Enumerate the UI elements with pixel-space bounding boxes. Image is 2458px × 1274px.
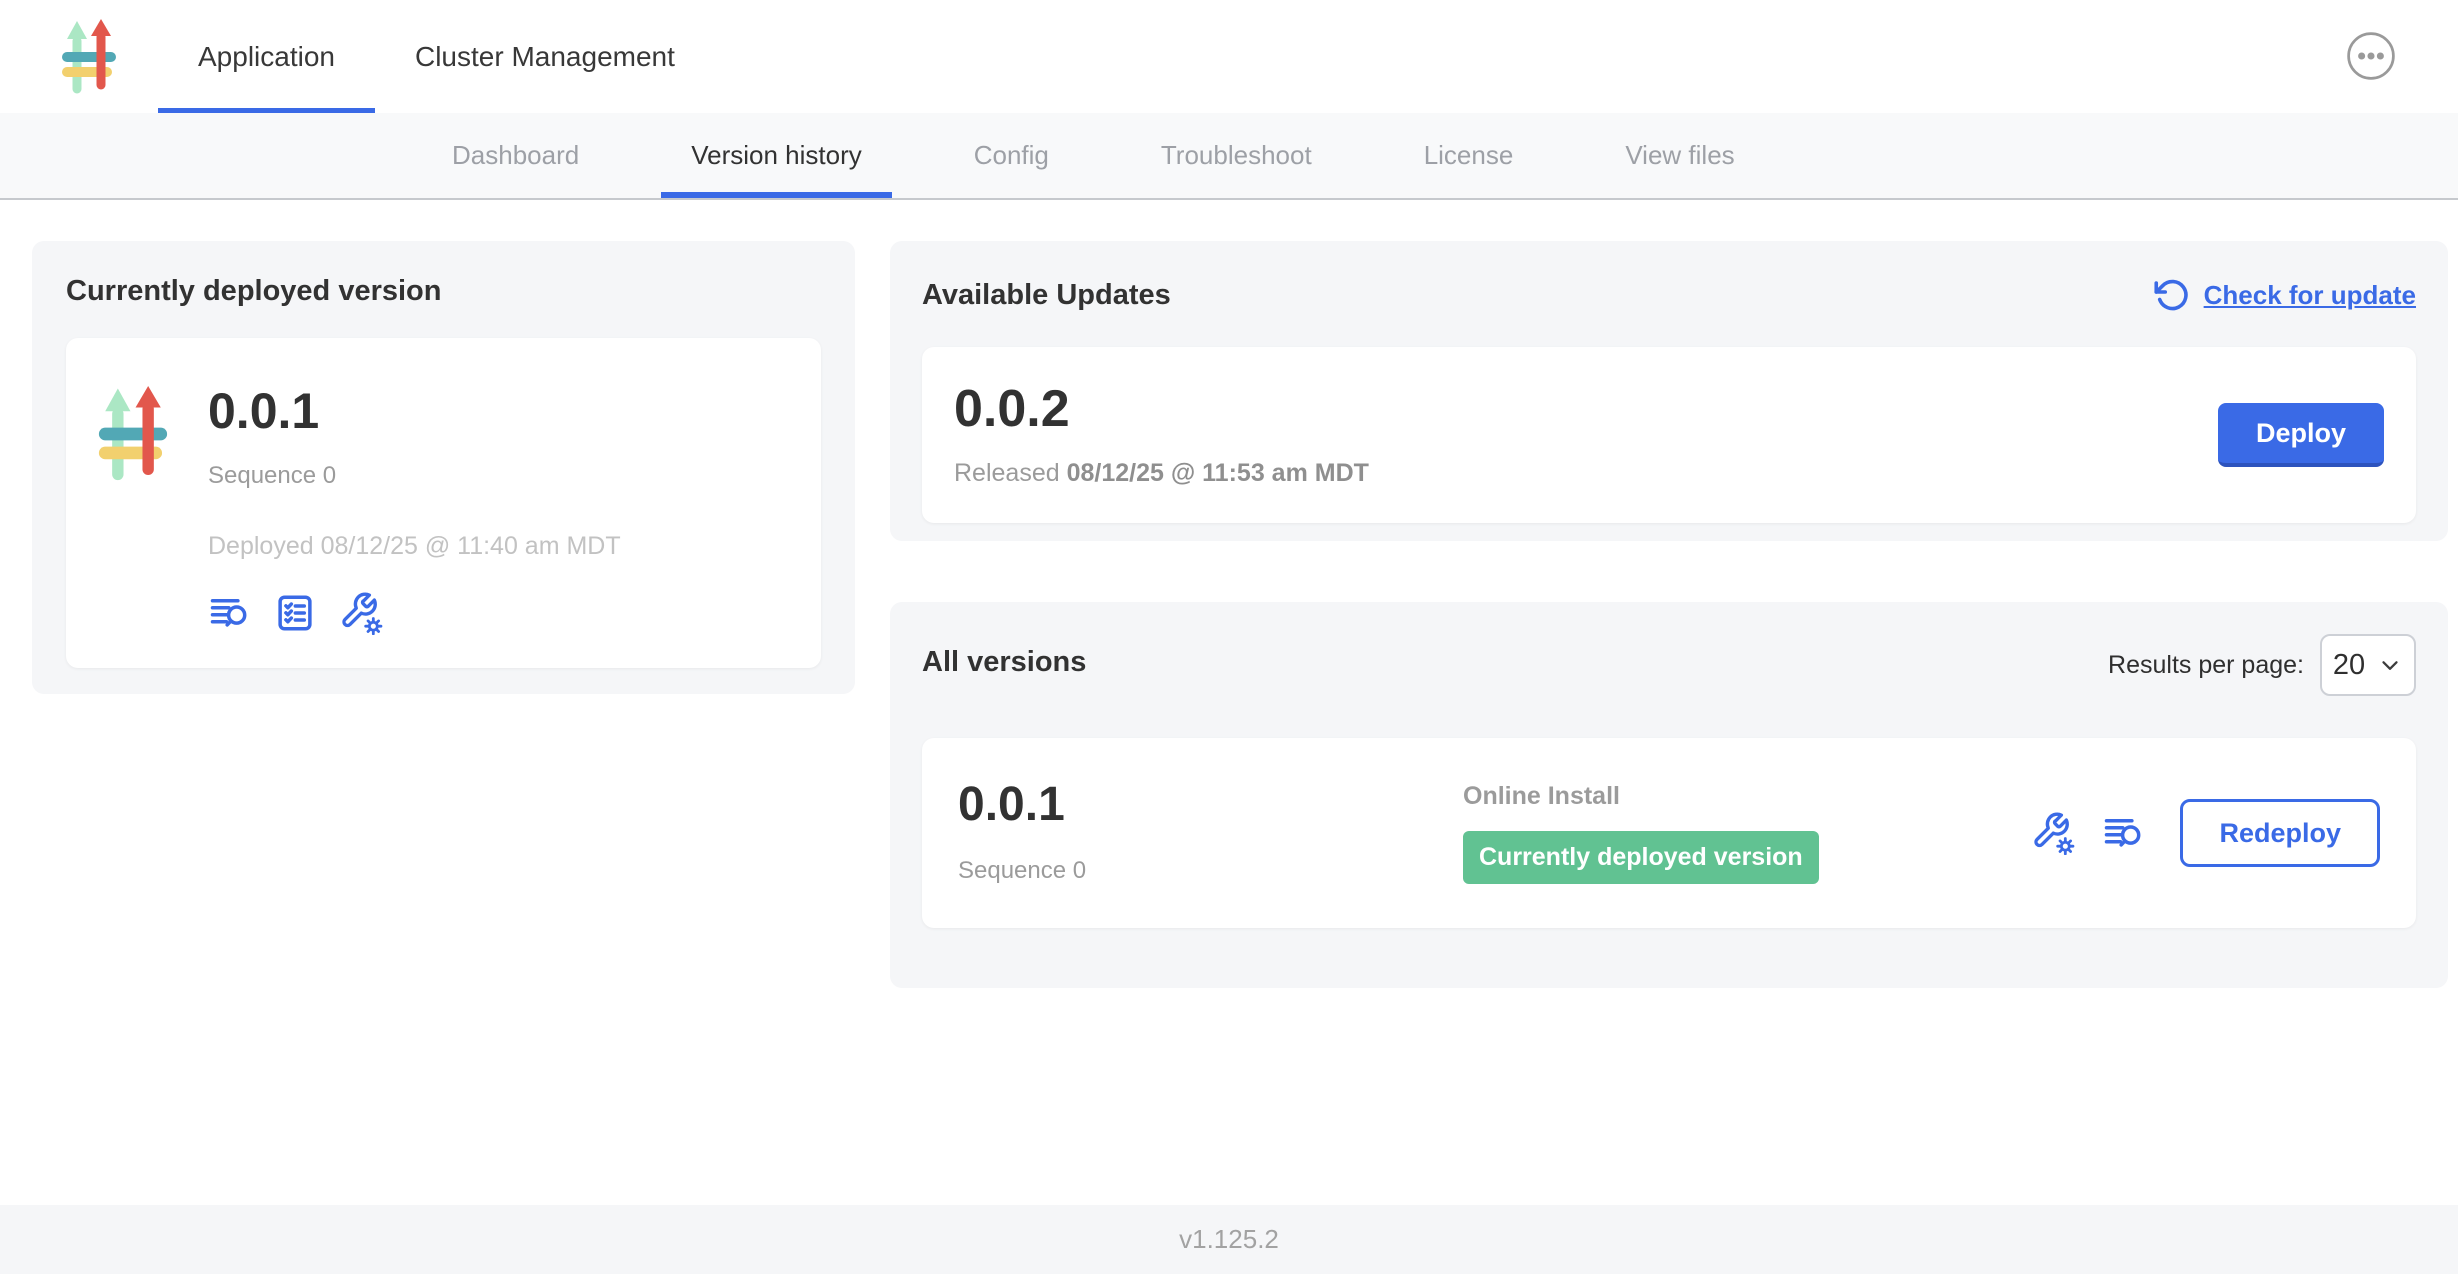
app-subnav: Dashboard Version history Config Trouble…	[0, 113, 2458, 200]
all-versions-card: All versions Results per page: 20 0.0.1 …	[890, 602, 2448, 988]
more-options-button[interactable]	[2346, 31, 2396, 81]
subnav-tab-troubleshoot[interactable]: Troubleshoot	[1161, 113, 1312, 198]
deploy-button[interactable]: Deploy	[2218, 403, 2384, 467]
subnav-tab-view-files[interactable]: View files	[1625, 113, 1734, 198]
results-per-page-select[interactable]: 20	[2320, 634, 2416, 696]
available-updates-title: Available Updates	[922, 279, 1171, 312]
version-row: 0.0.1 Sequence 0 Online Install Currentl…	[922, 738, 2416, 928]
update-row: 0.0.2 Released 08/12/25 @ 11:53 am MDT D…	[922, 347, 2416, 523]
update-version-number: 0.0.2	[954, 383, 1369, 435]
config-wrench-gear-icon[interactable]	[2030, 811, 2076, 855]
subnav-tab-version-history[interactable]: Version history	[691, 113, 862, 198]
currently-deployed-badge: Currently deployed version	[1463, 831, 1819, 884]
main-content: Currently deployed version 0.0.1 Sequenc…	[0, 200, 2458, 1205]
chevron-down-icon	[2377, 652, 2403, 678]
row-version-sequence: Sequence 0	[958, 857, 1463, 885]
subnav-tab-license[interactable]: License	[1424, 113, 1514, 198]
all-versions-title: All versions	[922, 646, 1086, 679]
redeploy-button[interactable]: Redeploy	[2180, 799, 2380, 867]
subnav-tab-config[interactable]: Config	[974, 113, 1049, 198]
available-updates-card: Available Updates Check for update 0.0.2…	[890, 241, 2448, 541]
app-footer: v1.125.2	[0, 1205, 2458, 1274]
ellipsis-circle-icon	[2346, 31, 2396, 81]
app-logo	[60, 0, 118, 113]
row-version-number: 0.0.1	[958, 781, 1463, 829]
subnav-tab-dashboard[interactable]: Dashboard	[452, 113, 579, 198]
app-logo-arrows-icon	[96, 386, 170, 482]
currently-deployed-title: Currently deployed version	[66, 275, 821, 308]
app-logo-arrows-icon	[60, 19, 118, 95]
install-type-label: Online Install	[1463, 782, 1819, 811]
current-version-deployed-timestamp: Deployed 08/12/25 @ 11:40 am MDT	[208, 532, 621, 561]
config-wrench-gear-icon[interactable]	[338, 591, 384, 635]
current-version-number: 0.0.1	[208, 386, 621, 436]
check-for-update-link[interactable]: Check for update	[2154, 277, 2416, 313]
refresh-ccw-icon	[2154, 277, 2190, 313]
current-version-panel: 0.0.1 Sequence 0 Deployed 08/12/25 @ 11:…	[66, 338, 821, 668]
preflight-checklist-icon[interactable]	[274, 592, 316, 634]
diff-logs-icon[interactable]	[2102, 812, 2146, 854]
diff-logs-icon[interactable]	[208, 592, 252, 634]
currently-deployed-card: Currently deployed version 0.0.1 Sequenc…	[32, 241, 855, 694]
update-released-timestamp: Released 08/12/25 @ 11:53 am MDT	[954, 459, 1369, 488]
results-per-page-label: Results per page:	[2108, 651, 2304, 680]
current-version-sequence: Sequence 0	[208, 462, 621, 490]
tab-application[interactable]: Application	[158, 0, 375, 113]
console-version-label: v1.125.2	[1179, 1224, 1279, 1255]
app-header: Application Cluster Management	[0, 0, 2458, 113]
tab-cluster-management[interactable]: Cluster Management	[375, 0, 715, 113]
